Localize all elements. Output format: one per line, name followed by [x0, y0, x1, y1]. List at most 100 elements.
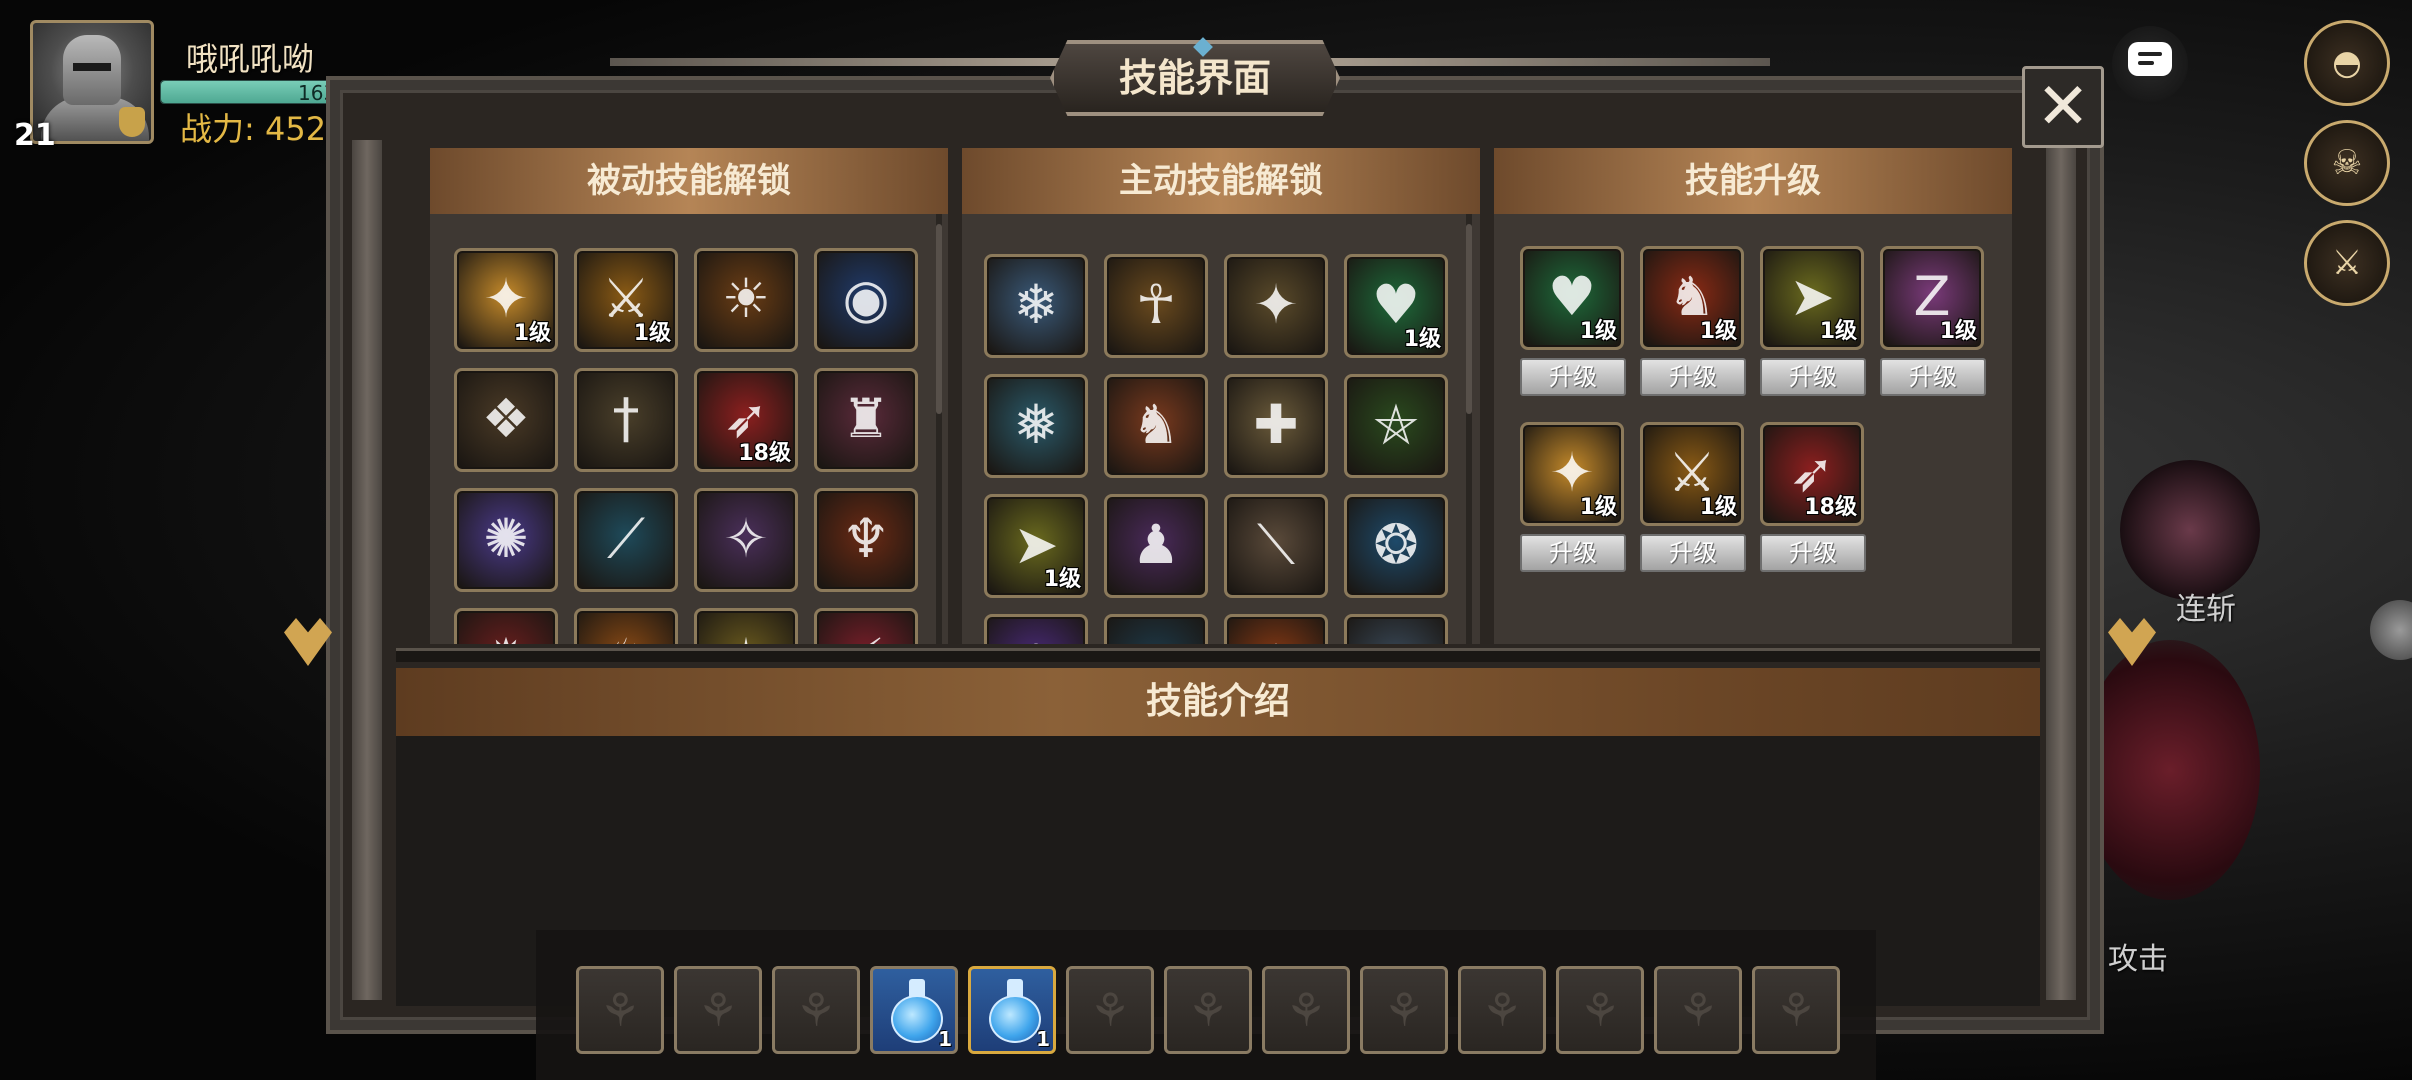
passive-scrollbar[interactable] — [936, 214, 942, 644]
upgrade-button[interactable]: 升级 — [1520, 358, 1626, 396]
skill-level-badge: 1级 — [1939, 319, 1977, 344]
red-crossbow-icon[interactable]: ➶ 18级 — [1760, 422, 1864, 526]
monster-button[interactable]: ☠ — [2304, 120, 2390, 206]
golden-armor-icon[interactable]: ❖ — [454, 368, 558, 472]
pink-lightning-icon[interactable]: Z 1级 — [1880, 246, 1984, 350]
upgrade-button[interactable]: 升级 — [1520, 534, 1626, 572]
green-heart-shield-icon[interactable]: ♥ 1级 — [1344, 254, 1448, 358]
active-skills-header: 主动技能解锁 — [962, 148, 1480, 214]
golden-aura-icon[interactable]: ☀ — [694, 248, 798, 352]
dark-teal-icon[interactable]: ◈ — [1104, 614, 1208, 644]
empty-slot[interactable]: ⚘ — [1262, 966, 1350, 1054]
red-crossbow-icon[interactable]: ➶ 18级 — [694, 368, 798, 472]
golden-hood-mage-icon[interactable]: ☥ — [1104, 254, 1208, 358]
background-decoration — [2370, 600, 2412, 660]
skill-level-badge: 1级 — [633, 321, 671, 346]
blue-vortex-glyph: ❂ — [1373, 513, 1419, 576]
green-pentagram-icon[interactable]: ⛤ — [1344, 374, 1448, 478]
golden-rogue-dash-icon[interactable]: ✦ 1级 — [454, 248, 558, 352]
skill-level-badge: 18级 — [1804, 495, 1857, 520]
fire-demon-icon[interactable]: ♆ — [814, 488, 918, 592]
chat-button[interactable] — [2112, 26, 2188, 102]
left-pillar — [352, 140, 382, 1000]
orange-flame-icon[interactable]: ♨ — [574, 608, 678, 644]
golden-rogue-leap-icon[interactable]: ✦ — [1224, 254, 1328, 358]
red-slash-glyph: ⚡ — [817, 611, 915, 644]
golden-hood-mage-glyph: ☥ — [1135, 273, 1177, 336]
golden-arrow-icon[interactable]: ➤ 1级 — [1760, 246, 1864, 350]
flaming-sword-icon[interactable]: ⚔ 1级 — [1640, 422, 1744, 526]
empty-slot[interactable]: ⚘ — [1556, 966, 1644, 1054]
combo-skill-label[interactable]: 连斩 — [2176, 584, 2236, 628]
combat-power: 战力: 452 — [180, 104, 326, 150]
purple-galaxy-glyph: ✺ — [483, 507, 529, 570]
active-scrollbar[interactable] — [1466, 214, 1472, 644]
orange-flame-glyph: ♨ — [577, 611, 675, 644]
red-cloak-icon[interactable]: ♜ — [814, 368, 918, 472]
green-heart-shield-icon[interactable]: ♥ 1级 — [1520, 246, 1624, 350]
crimson-rune-icon[interactable]: ✹ — [454, 608, 558, 644]
ice-wraith-icon[interactable]: ❅ — [984, 374, 1088, 478]
empty-slot[interactable]: ⚘ — [1752, 966, 1840, 1054]
chat-icon-line — [2138, 61, 2154, 65]
empty-slot-rune-icon: ⚘ — [599, 983, 641, 1037]
shadow-blade-icon[interactable]: † — [574, 368, 678, 472]
attack-label[interactable]: 攻击 — [2108, 934, 2168, 978]
fire-warrior-icon[interactable]: ♞ 1级 — [1640, 246, 1744, 350]
grey-eye-icon[interactable]: ◎ — [1344, 614, 1448, 644]
ice-burst-icon[interactable]: ❄ — [984, 254, 1088, 358]
player-name: 哦吼吼呦 — [186, 40, 315, 78]
combat-power-label: 战力: — [180, 110, 255, 148]
holy-cross-icon[interactable]: ✚ — [1224, 374, 1328, 478]
fire-warrior-icon[interactable]: ♞ — [1104, 374, 1208, 478]
title-wing-left — [610, 58, 1060, 66]
upgrade-button[interactable]: 升级 — [1640, 534, 1746, 572]
skill-description-header: 技能介绍 — [396, 668, 2040, 736]
empty-slot[interactable]: ⚘ — [1458, 966, 1546, 1054]
empty-slot[interactable]: ⚘ — [674, 966, 762, 1054]
avatar-visor — [73, 63, 111, 71]
passive-scroll-thumb[interactable] — [936, 224, 942, 414]
golden-aura-glyph: ☀ — [721, 267, 771, 330]
gold-spark-icon[interactable]: ✶ — [694, 608, 798, 644]
active-scroll-thumb[interactable] — [1466, 224, 1472, 414]
upgrade-button[interactable]: 升级 — [1760, 534, 1866, 572]
ice-burst-glyph: ❄ — [1013, 273, 1059, 336]
upgrade-button[interactable]: 升级 — [1640, 358, 1746, 396]
empty-slot[interactable]: ⚘ — [1654, 966, 1742, 1054]
light-beam-glyph: ⟍ — [1257, 513, 1295, 576]
golden-arrow-icon[interactable]: ➤ 1级 — [984, 494, 1088, 598]
light-beam-icon[interactable]: ⟍ — [1224, 494, 1328, 598]
combat-power-value: 452 — [264, 110, 327, 148]
upgrade-button[interactable]: 升级 — [1880, 358, 1986, 396]
purple-boot-icon[interactable]: ♟ — [1104, 494, 1208, 598]
empty-slot[interactable]: ⚘ — [576, 966, 664, 1054]
avatar-emblem — [119, 107, 145, 137]
potion-slot[interactable]: 1 — [870, 966, 958, 1054]
purple-shadow-icon[interactable]: ✧ — [694, 488, 798, 592]
fire-burst-glyph: ✹ — [1227, 617, 1325, 644]
empty-slot[interactable]: ⚘ — [1164, 966, 1252, 1054]
red-slash-icon[interactable]: ⚡ — [814, 608, 918, 644]
empty-slot[interactable]: ⚘ — [1066, 966, 1154, 1054]
equipment-button[interactable]: ⚔ — [2304, 220, 2390, 306]
empty-slot[interactable]: ⚘ — [1360, 966, 1448, 1054]
golden-rogue-dash-icon[interactable]: ✦ 1级 — [1520, 422, 1624, 526]
ice-wraith-glyph: ❅ — [1013, 393, 1059, 456]
skill-upgrade-panel: 技能升级 ♥ 1级 升级 ♞ 1级 升级 ➤ 1级 升级 Z 1级 升级 ✦ 1级 升级 ⚔ 1级 升级 ➶ 18级升… — [1494, 148, 2012, 644]
bag-button[interactable]: ◓ — [2304, 20, 2390, 106]
fire-burst-icon[interactable]: ✹ — [1224, 614, 1328, 644]
grey-eye-glyph: ◎ — [1347, 617, 1445, 644]
blue-mage-orb-icon[interactable]: ◉ — [814, 248, 918, 352]
empty-slot[interactable]: ⚘ — [772, 966, 860, 1054]
purple-swirl-icon[interactable]: ✺ — [984, 614, 1088, 644]
blue-vortex-icon[interactable]: ❂ — [1344, 494, 1448, 598]
close-button[interactable]: ✕ — [2022, 66, 2104, 148]
potion-slot[interactable]: 1 — [968, 966, 1056, 1054]
purple-boot-glyph: ♟ — [1131, 513, 1181, 576]
teal-spear-icon[interactable]: ⟋ — [574, 488, 678, 592]
passive-skills-header: 被动技能解锁 — [430, 148, 948, 214]
flaming-sword-icon[interactable]: ⚔ 1级 — [574, 248, 678, 352]
upgrade-button[interactable]: 升级 — [1760, 358, 1866, 396]
purple-galaxy-icon[interactable]: ✺ — [454, 488, 558, 592]
